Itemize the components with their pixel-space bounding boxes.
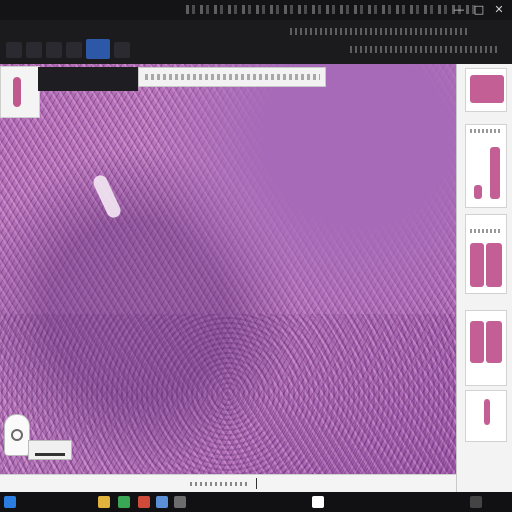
slide-info-label bbox=[38, 67, 138, 91]
start-icon[interactable] bbox=[4, 496, 16, 508]
notes-icon[interactable] bbox=[312, 496, 324, 508]
viewer-app-icon[interactable] bbox=[156, 496, 168, 508]
annotation-info-box bbox=[138, 67, 326, 87]
terminal-icon[interactable] bbox=[174, 496, 186, 508]
thumbnail-panel bbox=[456, 64, 512, 492]
slide-thumbnail-2[interactable] bbox=[465, 124, 507, 208]
tissue-vessel bbox=[91, 173, 123, 220]
toolbar-options-strip bbox=[290, 28, 470, 35]
annotate-tool-icon[interactable] bbox=[86, 39, 110, 59]
tray-icon[interactable] bbox=[470, 496, 482, 508]
scale-bar bbox=[28, 440, 72, 460]
hand-tool-icon[interactable] bbox=[6, 42, 22, 58]
zoom-tool-icon[interactable] bbox=[26, 42, 42, 58]
title-bar: — □ ✕ bbox=[0, 0, 512, 20]
text-cursor bbox=[256, 478, 261, 489]
slide-thumbnail-3[interactable] bbox=[465, 214, 507, 294]
slide-thumbnail-5[interactable] bbox=[465, 390, 507, 442]
slide-viewer[interactable] bbox=[0, 64, 456, 474]
mail-icon[interactable] bbox=[138, 496, 150, 508]
toolbar-controls-strip bbox=[350, 46, 500, 53]
browser-icon[interactable] bbox=[118, 496, 130, 508]
window-title-text bbox=[186, 5, 476, 14]
taskbar bbox=[0, 492, 512, 512]
overview-tissue bbox=[13, 77, 21, 107]
layers-tool-icon[interactable] bbox=[114, 42, 130, 58]
minimize-icon[interactable]: — bbox=[452, 3, 466, 17]
measure-tool-icon[interactable] bbox=[66, 42, 82, 58]
toolbar bbox=[0, 20, 512, 65]
slide-thumbnail-4[interactable] bbox=[465, 310, 507, 386]
status-text bbox=[190, 482, 250, 486]
zoom-widget[interactable] bbox=[4, 414, 30, 456]
close-icon[interactable]: ✕ bbox=[492, 3, 506, 17]
slide-thumbnail-1[interactable] bbox=[465, 68, 507, 112]
overview-thumbnail[interactable] bbox=[0, 66, 40, 118]
rotate-tool-icon[interactable] bbox=[46, 42, 62, 58]
status-bar bbox=[0, 474, 456, 493]
folder-icon[interactable] bbox=[98, 496, 110, 508]
maximize-icon[interactable]: □ bbox=[472, 3, 486, 17]
magnifier-icon bbox=[11, 429, 23, 441]
